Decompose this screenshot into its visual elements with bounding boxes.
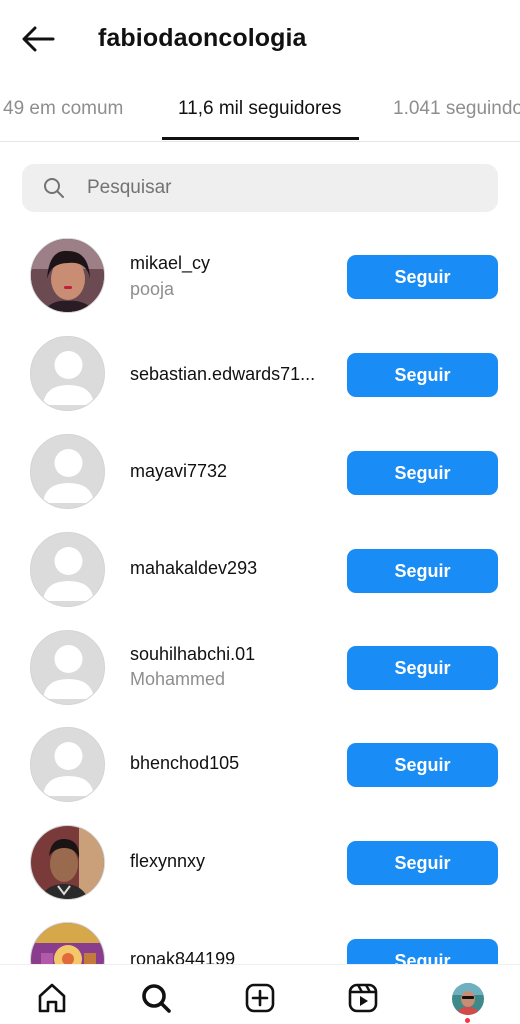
back-button[interactable] [20,24,56,54]
search-placeholder: Pesquisar [87,177,172,198]
tab-followers[interactable]: 11,6 mil seguidores [178,98,341,120]
followers-list: mikael_cy pooja Seguir sebastian.edwards… [0,228,520,964]
avatar[interactable] [30,630,105,705]
default-avatar-icon [31,631,104,704]
reels-icon [348,983,378,1013]
default-avatar-icon [31,435,104,508]
profile-avatar-icon [452,983,484,1015]
list-item[interactable]: mayavi7732 Seguir [0,424,520,522]
top-bar: fabiodaoncologia [0,0,520,80]
list-item[interactable]: ronak844199 Seguir [0,914,520,964]
tab-following[interactable]: 1.041 seguindo [393,98,520,120]
follow-button[interactable]: Seguir [347,353,498,397]
follower-username[interactable]: mikael_cy [130,253,210,274]
bottom-navigation-bar [0,964,520,1024]
search-icon [44,178,64,198]
default-avatar-icon [31,533,104,606]
follow-button[interactable]: Seguir [347,939,498,964]
default-avatar-icon [31,728,104,801]
nav-create[interactable] [243,981,277,1015]
avatar[interactable] [30,434,105,509]
nav-reels[interactable] [346,981,380,1015]
avatar[interactable] [30,922,105,964]
notification-dot [465,1018,470,1023]
follower-username[interactable]: mahakaldev293 [130,558,257,579]
follow-button[interactable]: Seguir [347,841,498,885]
home-icon [38,983,66,1013]
follower-fullname: Mohammed [130,669,226,689]
follow-button[interactable]: Seguir [347,451,498,495]
list-item[interactable]: mahakaldev293 Seguir [0,522,520,620]
follower-username[interactable]: flexynnxy [130,851,205,872]
follower-username[interactable]: bhenchod105 [130,753,239,774]
default-avatar-icon [31,337,104,410]
nav-profile-avatar[interactable] [450,981,486,1017]
active-tab-indicator [162,137,359,140]
avatar[interactable] [30,532,105,607]
arrow-left-icon [22,26,55,52]
avatar[interactable] [30,336,105,411]
follower-username[interactable]: souhilhabchi.01 [130,644,255,665]
follower-username[interactable]: ronak844199 [130,949,235,964]
search-icon [142,984,171,1013]
list-item[interactable]: bhenchod105 Seguir [0,718,520,816]
list-item[interactable]: souhilhabchi.01 Mohammed Seguir [0,620,520,718]
follower-fullname: pooja [130,279,175,299]
create-post-icon [245,983,275,1013]
nav-home[interactable] [35,981,69,1015]
tab-mutual[interactable]: 49 em comum [3,98,123,120]
list-item[interactable]: mikael_cy pooja Seguir [0,228,520,326]
avatar[interactable] [30,727,105,802]
follower-username[interactable]: sebastian.edwards71... [130,364,315,385]
follow-button[interactable]: Seguir [347,255,498,299]
list-item[interactable]: flexynnxy Seguir [0,816,520,914]
avatar[interactable] [30,238,105,313]
follower-username[interactable]: mayavi7732 [130,461,227,482]
follow-button[interactable]: Seguir [347,646,498,690]
tab-bar: 49 em comum 11,6 mil seguidores 1.041 se… [0,80,520,142]
follow-button[interactable]: Seguir [347,743,498,787]
nav-search[interactable] [139,981,173,1015]
follow-button[interactable]: Seguir [347,549,498,593]
avatar[interactable] [30,825,105,900]
profile-username-title: fabiodaoncologia [98,24,307,52]
list-item[interactable]: sebastian.edwards71... Seguir [0,326,520,424]
